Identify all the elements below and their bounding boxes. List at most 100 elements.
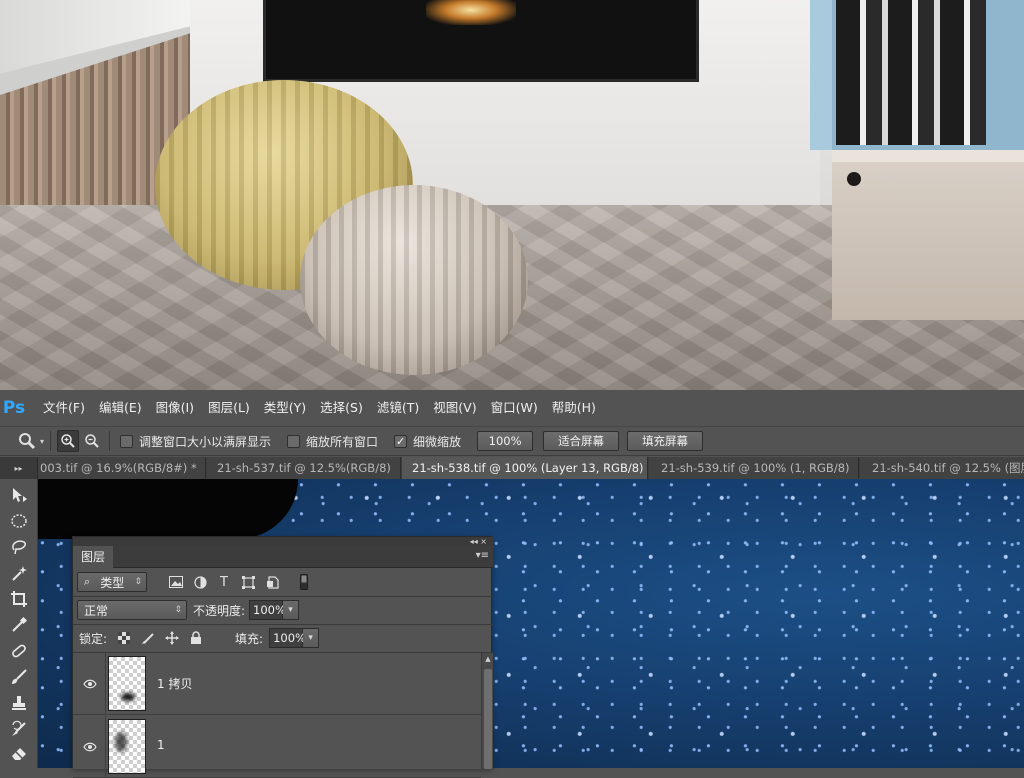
layer-thumbnail[interactable] — [108, 719, 146, 774]
divider — [105, 653, 106, 715]
fill-label: 填充: — [235, 631, 264, 646]
zoom-tool-icon[interactable] — [16, 430, 38, 452]
zoom-in-icon[interactable] — [57, 430, 80, 452]
photoshop-logo: Ps — [2, 398, 26, 418]
visibility-eye-icon[interactable] — [81, 738, 99, 756]
lock-all-icon[interactable] — [187, 629, 205, 647]
opacity-slider-toggle[interactable]: ▾ — [283, 600, 300, 620]
panel-collapse-grip[interactable]: ◂◂ × — [73, 537, 493, 546]
scroll-up-icon[interactable]: ▲ — [482, 653, 494, 665]
menu-help[interactable]: 帮助(H) — [545, 390, 603, 426]
doc-tab-label: 21-sh-540.tif @ 12.5% (图层 — [872, 461, 1024, 475]
filter-toggle-switch[interactable] — [295, 573, 313, 591]
lock-transparent-pixels-icon[interactable] — [115, 629, 133, 647]
cabinet — [832, 150, 1024, 320]
menu-edit[interactable]: 编辑(E) — [92, 390, 149, 426]
document-tabs: ▸▸ 003.tif @ 16.9%(RGB/8#) * × 21-sh-537.… — [0, 457, 1024, 479]
layer-filter-row: ⌕ 类型 ⇕ T — [73, 572, 493, 592]
doc-tab-540[interactable]: 21-sh-540.tif @ 12.5% (图层 — [860, 457, 1024, 479]
lock-image-pixels-icon[interactable] — [139, 629, 157, 647]
wall-tv — [263, 0, 699, 82]
zoom-all-checkbox[interactable] — [287, 434, 301, 448]
type-layer-filter-icon[interactable]: T — [215, 573, 233, 591]
divider — [73, 624, 493, 625]
fill-slider-toggle[interactable]: ▾ — [303, 628, 320, 648]
grey-knitted-pouf — [300, 185, 528, 375]
scrubby-zoom-checkbox[interactable]: ✓ — [394, 434, 408, 448]
zoom-all-option[interactable]: 缩放所有窗口 — [287, 433, 378, 450]
close-icon[interactable]: × — [399, 461, 400, 475]
layer-thumbnail[interactable] — [108, 656, 146, 711]
doc-tab-537[interactable]: 21-sh-537.tif @ 12.5%(RGB/8) × — [207, 457, 401, 479]
menu-type[interactable]: 类型(Y) — [257, 390, 313, 426]
healing-brush-tool-icon[interactable] — [9, 641, 29, 661]
filter-kind-label: 类型 — [100, 575, 125, 590]
fit-screen-button[interactable]: 适合屏幕 — [543, 431, 620, 451]
blend-row: 正常 ⇕ 不透明度: 100% ▾ — [73, 600, 493, 620]
layer-name[interactable]: 1 拷贝 — [157, 675, 192, 692]
eraser-tool-icon[interactable] — [9, 743, 29, 763]
resize-windows-label: 调整窗口大小以满屏显示 — [139, 434, 272, 449]
fill-input[interactable]: 100% — [269, 628, 306, 648]
toolbar-collapse-grip[interactable]: ▸▸ — [0, 457, 38, 479]
pixel-layer-filter-icon[interactable] — [167, 573, 185, 591]
divider — [109, 431, 111, 451]
panel-menu-icon[interactable]: ▾≡ — [476, 550, 489, 561]
scroll-thumb[interactable] — [484, 669, 492, 769]
doc-tab-label: 21-sh-537.tif @ 12.5%(RGB/8) — [217, 461, 391, 475]
layer-row[interactable]: 1 拷贝 — [73, 653, 481, 715]
menu-layer[interactable]: 图层(L) — [201, 390, 257, 426]
crop-tool-icon[interactable] — [9, 589, 29, 609]
actual-pixels-button[interactable]: 100% — [477, 431, 534, 451]
lock-label: 锁定: — [79, 631, 108, 646]
layer-name[interactable]: 1 — [157, 738, 165, 752]
menu-select[interactable]: 选择(S) — [313, 390, 370, 426]
zoom-all-label: 缩放所有窗口 — [306, 434, 379, 449]
menu-file[interactable]: 文件(F) — [36, 390, 92, 426]
blend-mode-dropdown[interactable]: 正常 ⇕ — [77, 600, 187, 620]
brush-tool-icon[interactable] — [9, 667, 29, 687]
photoshop-window: Ps 文件(F) 编辑(E) 图像(I) 图层(L) 类型(Y) 选择(S) 滤… — [0, 390, 1024, 778]
lock-position-icon[interactable] — [163, 629, 181, 647]
move-tool-icon[interactable] — [9, 485, 29, 505]
opacity-label: 不透明度: — [193, 603, 246, 618]
search-icon: ⌕ — [84, 575, 91, 588]
eyedropper-tool-icon[interactable] — [9, 615, 29, 635]
spinner-icon: ⇕ — [134, 577, 142, 587]
close-icon[interactable]: × — [858, 461, 859, 475]
scrubby-zoom-label: 细微缩放 — [413, 434, 462, 449]
layer-row[interactable]: 1 — [73, 716, 481, 778]
menu-window[interactable]: 窗口(W) — [484, 390, 545, 426]
thumbnail-content — [115, 732, 127, 752]
resize-windows-checkbox[interactable] — [120, 434, 134, 448]
lasso-tool-icon[interactable] — [9, 537, 29, 557]
fill-screen-button[interactable]: 填充屏幕 — [627, 431, 704, 451]
resize-windows-option[interactable]: 调整窗口大小以满屏显示 — [120, 433, 271, 450]
options-bar: ▾ 调整窗口大小以满屏显示 缩放所有窗口 ✓ 细微缩放 100% 适合屏幕 填充… — [0, 426, 1024, 456]
marquee-tool-icon[interactable] — [9, 511, 29, 531]
doc-tab-538[interactable]: 21-sh-538.tif @ 100% (Layer 13, RGB/8) × — [402, 457, 648, 479]
layers-scrollbar[interactable]: ▲ — [481, 653, 493, 769]
filter-kind-dropdown[interactable]: ⌕ 类型 ⇕ — [77, 572, 147, 592]
clone-stamp-tool-icon[interactable] — [9, 693, 29, 713]
close-icon[interactable]: × — [205, 461, 206, 475]
layer-list: 1 拷贝 1 ▲ — [73, 653, 493, 778]
menu-image[interactable]: 图像(I) — [149, 390, 201, 426]
smart-object-filter-icon[interactable] — [263, 573, 281, 591]
opacity-input[interactable]: 100% — [249, 600, 286, 620]
divider — [105, 716, 106, 778]
zoom-out-icon[interactable] — [81, 430, 103, 452]
history-brush-tool-icon[interactable] — [9, 719, 29, 739]
doc-tab-003[interactable]: 003.tif @ 16.9%(RGB/8#) * × — [38, 457, 206, 479]
menu-bar: Ps 文件(F) 编辑(E) 图像(I) 图层(L) 类型(Y) 选择(S) 滤… — [0, 390, 1024, 426]
doc-tab-539[interactable]: 21-sh-539.tif @ 100% (1, RGB/8) × — [649, 457, 859, 479]
layers-tab[interactable]: 图层 — [73, 546, 114, 568]
visibility-eye-icon[interactable] — [81, 675, 99, 693]
menu-view[interactable]: 视图(V) — [426, 390, 483, 426]
scrubby-zoom-option[interactable]: ✓ 细微缩放 — [394, 433, 461, 450]
magic-wand-tool-icon[interactable] — [9, 563, 29, 583]
adjustment-layer-filter-icon[interactable] — [191, 573, 209, 591]
tool-preset-dropdown-icon[interactable]: ▾ — [40, 437, 44, 446]
shape-layer-filter-icon[interactable] — [239, 573, 257, 591]
menu-filter[interactable]: 滤镜(T) — [370, 390, 426, 426]
